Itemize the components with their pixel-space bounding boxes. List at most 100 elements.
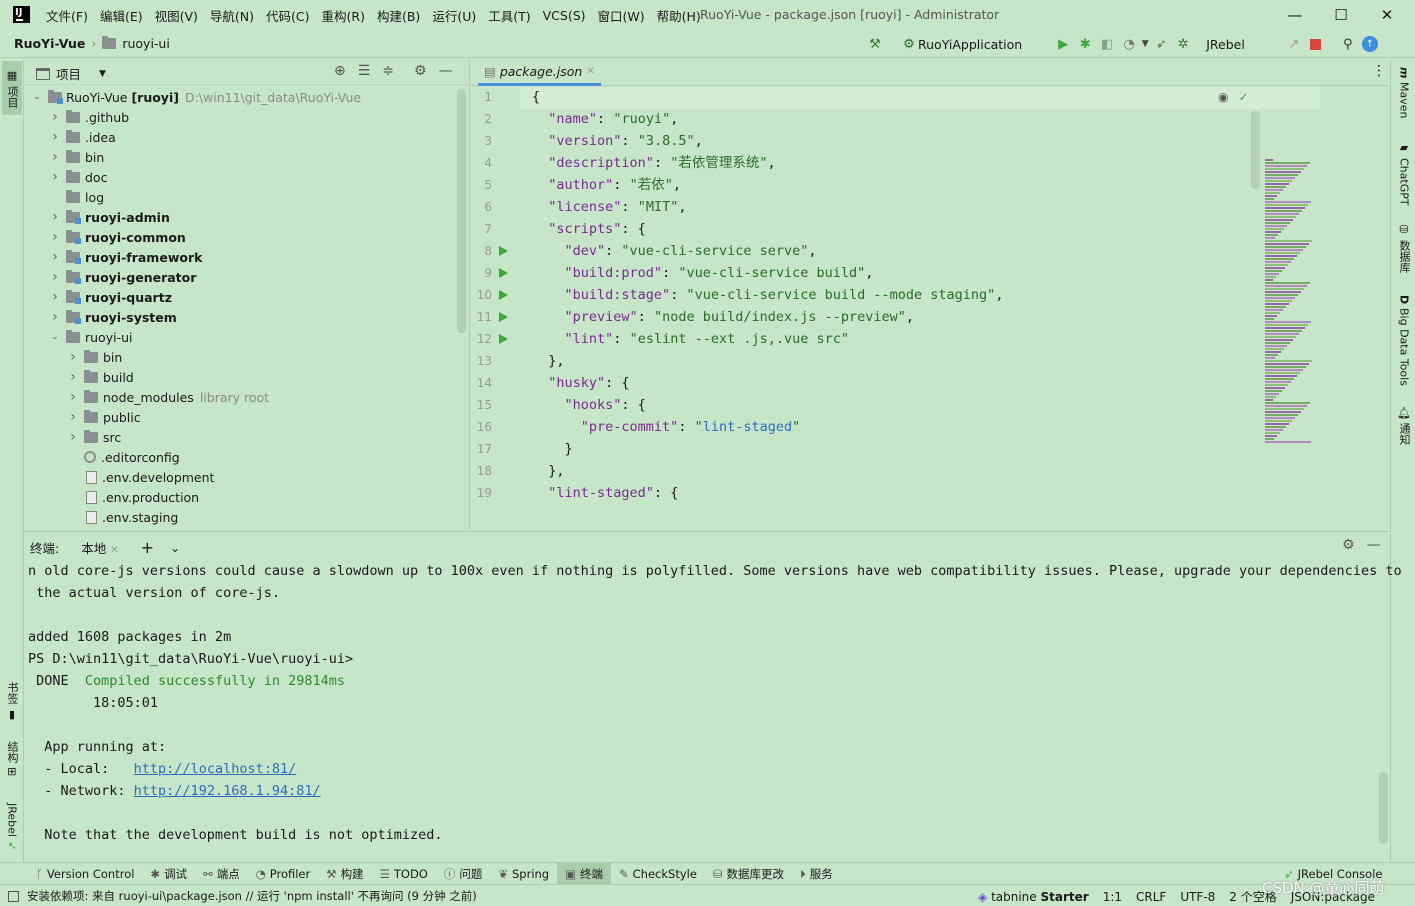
close-tab-icon[interactable]: ✕: [586, 66, 594, 77]
debug-icon[interactable]: ✱: [1074, 33, 1096, 55]
editor-scrollbar[interactable]: [1251, 111, 1260, 189]
line-ending[interactable]: CRLF: [1136, 890, 1166, 904]
chevron-right-icon[interactable]: ›: [48, 309, 62, 325]
tree-item[interactable]: › bin: [24, 347, 470, 367]
code-area[interactable]: { "name": "ruoyi", "version": "3.8.5", "…: [532, 86, 1192, 504]
jrebel-debug-icon[interactable]: ✲: [1172, 33, 1194, 55]
tree-item[interactable]: › ruoyi-common: [24, 227, 470, 247]
tool-button-9[interactable]: ✎ CheckStyle: [611, 863, 705, 885]
tool-button-6[interactable]: ⓘ 问题: [436, 863, 491, 885]
tree-item[interactable]: › ruoyi-quartz: [24, 287, 470, 307]
tabnine-widget[interactable]: ◈ tabnine Starter: [978, 890, 1089, 904]
caret-position[interactable]: 1:1: [1103, 890, 1122, 904]
editor-tab-package-json[interactable]: ▤ package.json ✕: [478, 59, 601, 86]
tree-item[interactable]: › .github: [24, 107, 470, 127]
maximize-button[interactable]: ☐: [1318, 0, 1364, 30]
menu-item-8[interactable]: 工具(T): [488, 6, 536, 25]
run-script-icon[interactable]: [499, 268, 508, 278]
locate-file-icon[interactable]: ⊕: [334, 63, 346, 79]
terminal-link[interactable]: http://localhost:81/: [134, 761, 297, 777]
tree-item[interactable]: › ruoyi-system: [24, 307, 470, 327]
chevron-right-icon[interactable]: ›: [48, 109, 62, 125]
tree-item[interactable]: › node_modules library root: [24, 387, 470, 407]
menu-item-3[interactable]: 导航(N): [210, 6, 260, 25]
chevron-right-icon[interactable]: ›: [66, 349, 80, 365]
chevron-right-icon[interactable]: ›: [48, 229, 62, 245]
tool-button-1[interactable]: ✱ 调试: [142, 863, 195, 885]
tree-item[interactable]: .env.production: [24, 487, 470, 507]
tree-item[interactable]: .env.staging: [24, 507, 470, 527]
expand-all-icon[interactable]: ☰: [358, 63, 371, 79]
run-script-icon[interactable]: [499, 312, 508, 322]
chevron-right-icon[interactable]: ›: [66, 409, 80, 425]
run-script-icon[interactable]: [499, 334, 508, 344]
tree-item[interactable]: › doc: [24, 167, 470, 187]
search-icon[interactable]: ⚲: [1337, 33, 1359, 55]
tool-button-3[interactable]: ◔ Profiler: [248, 863, 319, 885]
tree-item[interactable]: › bin: [24, 147, 470, 167]
structure-tool-tab[interactable]: 结构 ⊞: [2, 737, 22, 781]
database-tool-tab[interactable]: ⛁ 数据库: [1394, 223, 1414, 275]
settings-gear-icon[interactable]: ⚙: [1342, 537, 1355, 553]
tree-item[interactable]: › ruoyi-framework: [24, 247, 470, 267]
chevron-right-icon[interactable]: ›: [48, 149, 62, 165]
menu-item-2[interactable]: 视图(V): [155, 6, 204, 25]
tree-item[interactable]: › .idea: [24, 127, 470, 147]
chevron-right-icon[interactable]: ›: [48, 169, 62, 185]
coverage-icon[interactable]: ◧: [1096, 33, 1118, 55]
run-icon[interactable]: ▶: [1052, 33, 1074, 55]
menu-item-4[interactable]: 代码(C): [266, 6, 315, 25]
tree-root[interactable]: ⌄ RuoYi-Vue [ruoyi] D:\win11\git_data\Ru…: [24, 87, 470, 107]
terminal-tab-local[interactable]: 本地 ✕: [75, 538, 124, 557]
tool-button-2[interactable]: ⚯ 端点: [195, 863, 248, 885]
more-options-icon[interactable]: ⋮: [1372, 63, 1386, 79]
hide-panel-icon[interactable]: —: [439, 63, 453, 79]
project-panel-title[interactable]: 项目: [56, 64, 81, 83]
maven-tool-tab[interactable]: m Maven: [1394, 67, 1414, 125]
update-icon[interactable]: ↑: [1359, 33, 1381, 55]
menu-item-7[interactable]: 运行(U): [432, 6, 482, 25]
menu-item-9[interactable]: VCS(S): [543, 8, 592, 23]
tree-item[interactable]: › ruoyi-admin: [24, 207, 470, 227]
run-script-icon[interactable]: [499, 290, 508, 300]
terminal-link[interactable]: http://192.168.1.94:81/: [134, 783, 321, 799]
bookmarks-tool-tab[interactable]: 书签 ▮: [2, 679, 22, 723]
status-message[interactable]: 安装依赖项: 来自 ruoyi-ui\package.json // 运行 'n…: [27, 888, 477, 904]
jrebel-run-icon[interactable]: ➶: [1150, 33, 1172, 55]
chevron-right-icon[interactable]: ›: [48, 289, 62, 305]
attach-icon[interactable]: ↗: [1283, 33, 1305, 55]
collapse-all-icon[interactable]: ≑: [382, 63, 394, 79]
tree-item[interactable]: › public: [24, 407, 470, 427]
file-encoding[interactable]: UTF-8: [1180, 890, 1215, 904]
chevron-down-icon[interactable]: ⌄: [30, 92, 44, 102]
chevron-right-icon[interactable]: ›: [66, 389, 80, 405]
terminal-output[interactable]: n old core-js versions could cause a slo…: [28, 560, 1402, 846]
jrebel-tool-tab[interactable]: JRebel ➶: [2, 797, 22, 857]
menu-item-5[interactable]: 重构(R): [322, 6, 371, 25]
stop-icon[interactable]: [1305, 33, 1327, 55]
jrebel-selector[interactable]: JRebel: [1206, 37, 1245, 52]
status-checkbox-icon[interactable]: [8, 890, 19, 902]
run-script-icon[interactable]: [499, 246, 508, 256]
terminal-dropdown-chevron-icon[interactable]: ⌄: [170, 541, 180, 555]
tree-item[interactable]: .editorconfig: [24, 447, 470, 467]
tool-button-7[interactable]: ❦ Spring: [490, 863, 557, 885]
project-tool-tab[interactable]: ▦ 项目: [2, 61, 22, 115]
code-minimap[interactable]: [1265, 159, 1315, 449]
tree-item[interactable]: ⌄ ruoyi-ui: [24, 327, 470, 347]
tree-item[interactable]: .env.development: [24, 467, 470, 487]
no-problems-check-icon[interactable]: ✓: [1238, 90, 1248, 104]
more-run-chevron-icon[interactable]: ▼: [1140, 33, 1150, 55]
new-terminal-plus-icon[interactable]: +: [141, 538, 154, 557]
terminal-scrollbar[interactable]: [1379, 772, 1388, 844]
chevron-right-icon[interactable]: ›: [48, 209, 62, 225]
tree-item[interactable]: › ruoyi-generator: [24, 267, 470, 287]
tool-button-0[interactable]: ᚴ Version Control: [28, 863, 142, 885]
tool-button-5[interactable]: ☰ TODO: [372, 863, 436, 885]
minimize-button[interactable]: —: [1272, 0, 1318, 30]
menu-item-0[interactable]: 文件(F): [46, 6, 94, 25]
settings-gear-icon[interactable]: ⚙: [414, 63, 427, 79]
tool-button-11[interactable]: ⏵ 服务: [792, 863, 841, 885]
chatgpt-tool-tab[interactable]: ▰ ChatGPT: [1394, 141, 1414, 211]
chevron-right-icon[interactable]: ›: [48, 269, 62, 285]
